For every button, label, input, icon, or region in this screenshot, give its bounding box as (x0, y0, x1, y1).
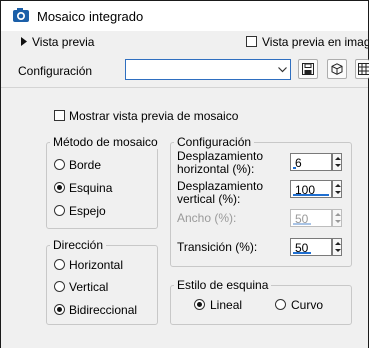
transition-spinner[interactable] (332, 238, 342, 256)
grid-icon (358, 63, 369, 75)
radio-vertical-label: Vertical (69, 280, 109, 294)
v-offset-input[interactable]: 100 (290, 180, 332, 198)
radio-horizontal[interactable] (54, 259, 65, 270)
triangle-right-icon[interactable] (21, 37, 27, 46)
preview-toggle-label[interactable]: Vista previa (32, 35, 94, 49)
width-label: Ancho (%): (177, 211, 237, 225)
h-offset-slider (293, 167, 296, 169)
h-offset-label: Desplazamiento horizontal (%): (177, 149, 264, 176)
show-mosaic-preview-label: Mostrar vista previa de mosaico (69, 109, 239, 123)
v-offset-label: Desplazamiento vertical (%): (177, 179, 264, 206)
title-bar: Mosaico integrado (1, 1, 368, 31)
transition-slider (293, 252, 311, 254)
save-icon (302, 63, 314, 75)
radio-esquina[interactable] (54, 182, 65, 193)
save-preset-button[interactable] (298, 59, 318, 79)
radio-bidireccional-label: Bidireccional (69, 303, 138, 317)
config-select[interactable] (125, 59, 291, 80)
width-spinner (332, 209, 342, 227)
width-input: 50 (290, 209, 332, 227)
width-slider (293, 223, 311, 225)
radio-bidireccional[interactable] (54, 304, 65, 315)
radio-horizontal-label: Horizontal (69, 258, 124, 272)
corner-style-legend: Estilo de esquina (174, 278, 272, 292)
radio-borde[interactable] (54, 159, 65, 170)
window-title: Mosaico integrado (37, 9, 144, 24)
camera-icon (13, 8, 29, 22)
show-mosaic-preview-checkbox[interactable] (54, 110, 65, 121)
v-offset-slider (293, 194, 329, 196)
radio-espejo-label: Espejo (69, 204, 106, 218)
settings-legend: Configuración (174, 135, 255, 149)
radio-curvo-label: Curvo (291, 298, 324, 312)
reset-button[interactable] (355, 59, 369, 79)
radio-lineal-label: Lineal (210, 298, 243, 312)
transition-label: Transición (%): (177, 240, 258, 254)
radio-espejo[interactable] (54, 205, 65, 216)
config-label: Configuración (18, 64, 93, 78)
radio-esquina-label: Esquina (69, 181, 113, 195)
radio-borde-label: Borde (69, 158, 102, 172)
preview-on-image-checkbox[interactable] (246, 36, 257, 47)
h-offset-spinner[interactable] (332, 153, 342, 171)
h-offset-value: 6 (295, 156, 302, 170)
direction-legend: Dirección (50, 238, 107, 252)
radio-lineal[interactable] (194, 299, 205, 310)
radio-curvo[interactable] (275, 299, 286, 310)
tiling-method-legend: Método de mosaico (50, 135, 161, 149)
cube-icon (331, 63, 343, 75)
chevron-down-icon (278, 67, 287, 73)
h-offset-input[interactable]: 6 (290, 153, 332, 171)
preview-on-image-label: Vista previa en imagen (262, 35, 368, 49)
load-preset-button[interactable] (327, 59, 347, 79)
radio-vertical[interactable] (54, 281, 65, 292)
v-offset-spinner[interactable] (332, 180, 342, 198)
transition-input[interactable]: 50 (290, 238, 332, 256)
